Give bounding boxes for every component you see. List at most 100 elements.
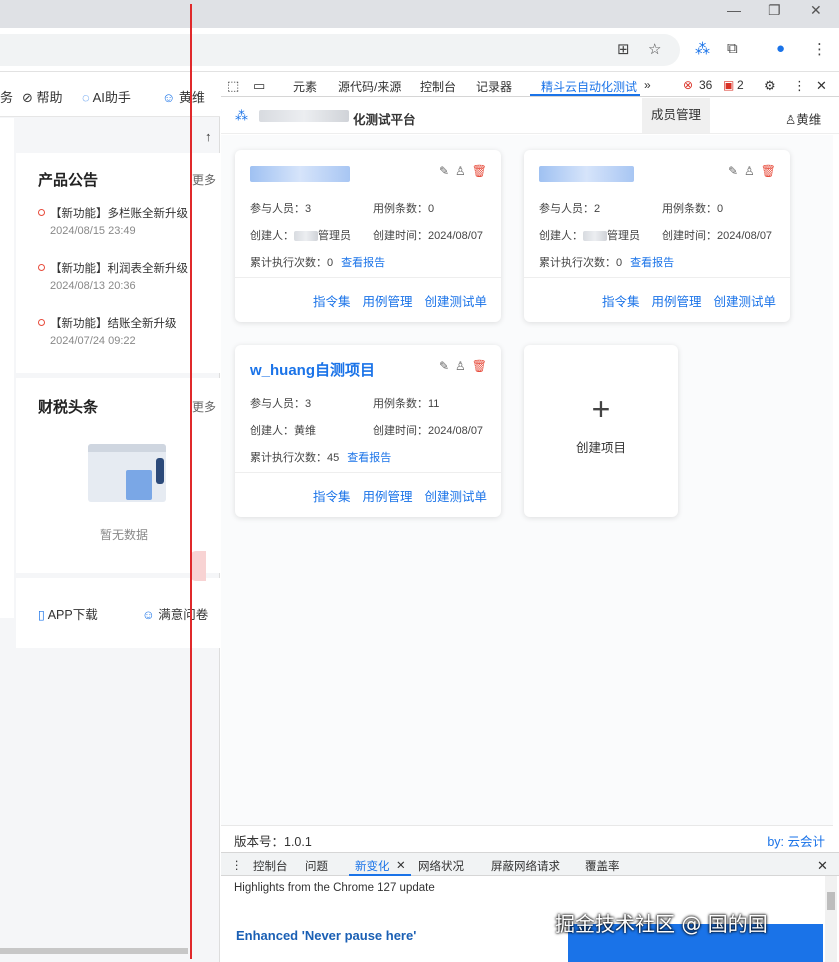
drawer-tab-console[interactable]: 控制台 (253, 858, 288, 874)
drawer-tab-network-conditions[interactable]: 网络状况 (418, 858, 464, 874)
edit-icon[interactable]: ✎ (728, 164, 738, 178)
star-icon[interactable]: ☆ (648, 40, 661, 58)
member-icon[interactable]: ♙ (744, 164, 755, 178)
minimize-icon[interactable]: — (727, 2, 741, 18)
drawer-tab-coverage[interactable]: 覆盖率 (585, 858, 620, 874)
card-icon-group: ✎ ♙ 🗑 (722, 164, 776, 178)
inspect-icon[interactable]: ⬚ (227, 78, 239, 94)
edit-icon[interactable]: ✎ (439, 359, 449, 373)
delete-icon[interactable]: 🗑 (472, 359, 487, 373)
drawer-menu-icon[interactable]: ⋮ (231, 858, 243, 872)
project-card[interactable]: ✎ ♙ 🗑 参与人员：2 用例条数：0 创建人： 管理员 创建时间：2024/08/0… (524, 150, 790, 322)
profile-icon[interactable]: ● (776, 40, 785, 57)
create-test-sheet-link[interactable]: 创建测试单 (424, 490, 487, 504)
restore-icon[interactable]: ❐ (768, 2, 781, 19)
create-test-sheet-link[interactable]: 创建测试单 (424, 295, 487, 309)
app-download-label: APP下载 (47, 608, 98, 622)
project-name[interactable]: w_huang自测项目 (250, 359, 375, 380)
notice-date: 2024/08/15 23:49 (50, 225, 136, 237)
view-report-link[interactable]: 查看报告 (341, 257, 385, 269)
tab-automation[interactable]: 精斗云自动化测试 (541, 78, 637, 95)
tax-news-more-link[interactable]: 更多 (192, 398, 216, 415)
drawer-tabbar: ⋮ 控制台 问题 新变化 ✕ 网络状况 屏蔽网络请求 覆盖率 ✕ (221, 852, 839, 876)
case-management-link[interactable]: 用例管理 (362, 490, 412, 504)
case-management-link[interactable]: 用例管理 (362, 295, 412, 309)
scroll-up-icon[interactable]: ↑ (205, 129, 212, 144)
command-set-link[interactable]: 指令集 (313, 295, 351, 309)
devtools-menu-icon[interactable]: ⋮ (793, 78, 806, 94)
case-management-link[interactable]: 用例管理 (651, 295, 701, 309)
app-title: 化测试平台 (353, 113, 416, 127)
announcement-more-link[interactable]: 更多 (192, 171, 216, 188)
member-icon[interactable]: ♙ (455, 164, 466, 178)
omnibox[interactable] (0, 34, 680, 66)
create-project-card[interactable]: + 创建项目 (524, 345, 678, 517)
card-divider (524, 277, 790, 278)
more-tabs-icon[interactable]: » (644, 78, 651, 92)
creator-label: 创建人： (539, 230, 583, 242)
drawer-tab-whats-new[interactable]: 新变化 (355, 858, 390, 874)
participants: 参与人员：2 (539, 203, 601, 215)
delete-icon[interactable]: 🗑 (761, 164, 776, 178)
exec-count: 累计执行次数：0 查看报告 (250, 254, 385, 270)
user-link[interactable]: ☺ 黄维 (162, 87, 205, 106)
error-count[interactable]: 36 (699, 78, 712, 92)
tab-sources[interactable]: 源代码/来源 (338, 78, 401, 95)
member-management-tab[interactable]: 成员管理 (642, 98, 710, 133)
app-download-link[interactable]: ▯ APP下载 (38, 604, 98, 623)
enhanced-link[interactable]: Enhanced 'Never pause here' (236, 928, 416, 943)
help-link[interactable]: ⊘ 帮助 (22, 87, 63, 106)
project-card[interactable]: ✎ ♙ 🗑 参与人员：3 用例条数：0 创建人： 管理员 创建时间：2024/08/0… (235, 150, 501, 322)
app-header: ⁂ 化测试平台 成员管理 ♙黄维 (221, 98, 839, 134)
settings-gear-icon[interactable]: ⚙ (764, 78, 776, 94)
extension-icon[interactable]: ⁂ (695, 40, 710, 58)
command-set-link[interactable]: 指令集 (313, 490, 351, 504)
tab-elements[interactable]: 元素 (293, 78, 317, 95)
ai-assistant-link[interactable]: ◌ AI助手 (82, 87, 131, 106)
drawer-tab-request-blocking[interactable]: 屏蔽网络请求 (491, 858, 560, 874)
current-user[interactable]: ♙黄维 (785, 109, 821, 128)
tab-recorder[interactable]: 记录器 (476, 78, 512, 95)
create-project-label: 创建项目 (575, 441, 626, 455)
exec-count-label: 累计执行次数：0 (539, 257, 623, 269)
delete-icon[interactable]: 🗑 (472, 164, 487, 178)
puzzle-icon[interactable]: ⧉ (727, 40, 738, 57)
created-at: 创建时间：2024/08/07 (373, 230, 484, 242)
member-icon[interactable]: ♙ (455, 359, 466, 373)
drawer-scrollbar-thumb[interactable] (827, 892, 835, 910)
topnav-item[interactable]: 务 (0, 87, 13, 106)
participants: 参与人员：3 (250, 203, 312, 215)
create-test-sheet-link[interactable]: 创建测试单 (713, 295, 776, 309)
error-icon[interactable]: ⊗ (683, 78, 693, 92)
command-set-link[interactable]: 指令集 (602, 295, 640, 309)
survey-link[interactable]: ☺ 满意问卷 (142, 604, 208, 623)
devtools-panel: ⬚ ▭ 元素 源代码/来源 控制台 记录器 精斗云自动化测试 » ⊗ 36 ▣ … (221, 73, 839, 962)
warning-count[interactable]: 2 (737, 78, 744, 92)
close-icon[interactable]: ✕ (810, 2, 822, 19)
menu-icon[interactable]: ⋮ (812, 40, 827, 58)
view-report-link[interactable]: 查看报告 (347, 452, 391, 464)
drawer-close-icon[interactable]: ✕ (817, 858, 828, 874)
devtools-close-icon[interactable]: ✕ (816, 78, 827, 94)
blurred-creator (583, 231, 607, 242)
translate-icon[interactable]: ⊞ (617, 40, 630, 58)
created-at: 创建时间：2024/08/07 (373, 425, 484, 437)
top-nav: 务 ⊘ 帮助 ◌ AI助手 ☺ 黄维 (0, 73, 220, 117)
byline[interactable]: by: 云会计 (767, 831, 825, 850)
drawer-scrollbar[interactable] (825, 876, 837, 962)
notice-text: 【新功能】多栏账全新升级 (50, 208, 188, 220)
project-grid: ✎ ♙ 🗑 参与人员：3 用例条数：0 创建人： 管理员 创建时间：2024/08/0… (221, 135, 833, 825)
device-toggle-icon[interactable]: ▭ (253, 78, 265, 94)
devtools-tabbar: ⬚ ▭ 元素 源代码/来源 控制台 记录器 精斗云自动化测试 » ⊗ 36 ▣ … (221, 73, 839, 97)
project-card[interactable]: w_huang自测项目 ✎ ♙ 🗑 参与人员：3 用例条数：11 创建人：黄维 创建… (235, 345, 501, 517)
tab-console[interactable]: 控制台 (420, 78, 456, 95)
side-float-tab[interactable] (190, 551, 206, 581)
blurred-project-name (250, 166, 350, 182)
drawer-tab-close-icon[interactable]: ✕ (396, 858, 406, 872)
view-report-link[interactable]: 查看报告 (630, 257, 674, 269)
drawer-tab-issues[interactable]: 问题 (305, 858, 328, 874)
horizontal-scrollbar[interactable] (0, 948, 188, 954)
card-actions: 指令集 用例管理 创建测试单 (301, 486, 487, 505)
edit-icon[interactable]: ✎ (439, 164, 449, 178)
warning-icon[interactable]: ▣ (723, 78, 734, 92)
